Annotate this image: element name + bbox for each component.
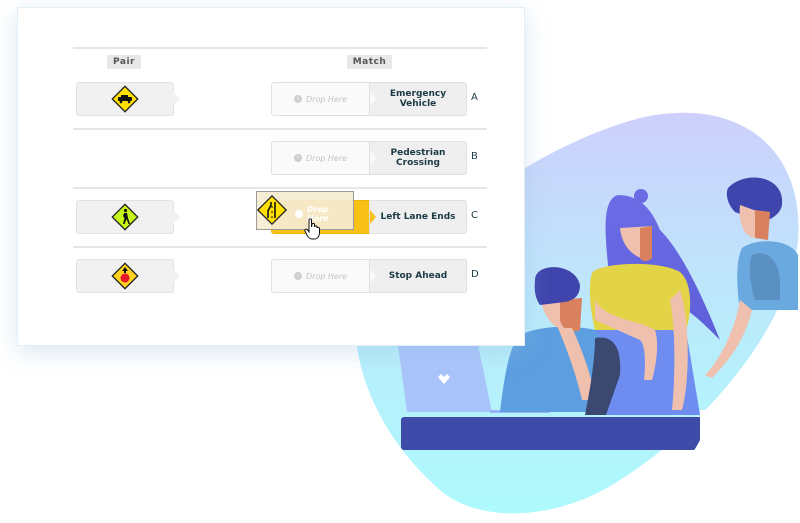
row-letter-d: D (471, 269, 479, 280)
answer-box-c: Left Lane Ends (369, 200, 467, 234)
arrow-right-icon: › (293, 154, 302, 162)
desk (401, 417, 721, 450)
drop-placeholder: Drop Here (305, 94, 348, 104)
answer-label-d: Stop Ahead (388, 271, 448, 281)
hand-cursor-icon (304, 218, 320, 240)
row-letter-c: C (471, 210, 478, 221)
arrow-right-icon (295, 210, 303, 218)
match-column-header: Match (347, 55, 392, 69)
drop-placeholder: Drop Here (305, 271, 348, 281)
emergency-vehicle-sign-icon[interactable] (111, 85, 139, 113)
pair-slot-a[interactable] (76, 82, 180, 116)
matching-exercise-card: Pair Match › Drop Here Emergency Vehicle … (17, 7, 525, 346)
arrow-right-icon: › (293, 95, 302, 103)
answer-box-d: Stop Ahead (369, 259, 467, 293)
divider (73, 47, 487, 49)
row-letter-b: B (471, 151, 478, 162)
answer-box-a: Emergency Vehicle (369, 82, 467, 116)
divider (73, 187, 487, 189)
left-lane-ends-sign-icon (256, 194, 288, 226)
pair-slot-c[interactable] (76, 200, 180, 234)
drop-placeholder: Drop Here (305, 153, 348, 163)
pair-column-header: Pair (107, 55, 141, 69)
row-letter-a: A (471, 92, 478, 103)
drop-zone-a[interactable]: › Drop Here (271, 82, 370, 116)
answer-label-a: Emergency Vehicle (389, 89, 447, 109)
arrow-right-icon: › (293, 272, 302, 280)
answer-label-c: Left Lane Ends (380, 212, 456, 222)
pair-slot-d[interactable] (76, 259, 180, 293)
divider (73, 128, 487, 130)
drop-zone-d[interactable]: › Drop Here (271, 259, 370, 293)
stop-ahead-sign-icon[interactable] (111, 262, 139, 290)
drop-zone-b[interactable]: › Drop Here (271, 141, 370, 175)
answer-label-b: Pedestrian Crossing (390, 148, 446, 168)
answer-box-b: Pedestrian Crossing (369, 141, 467, 175)
pedestrian-crossing-sign-icon[interactable] (111, 203, 139, 231)
divider (73, 246, 487, 248)
